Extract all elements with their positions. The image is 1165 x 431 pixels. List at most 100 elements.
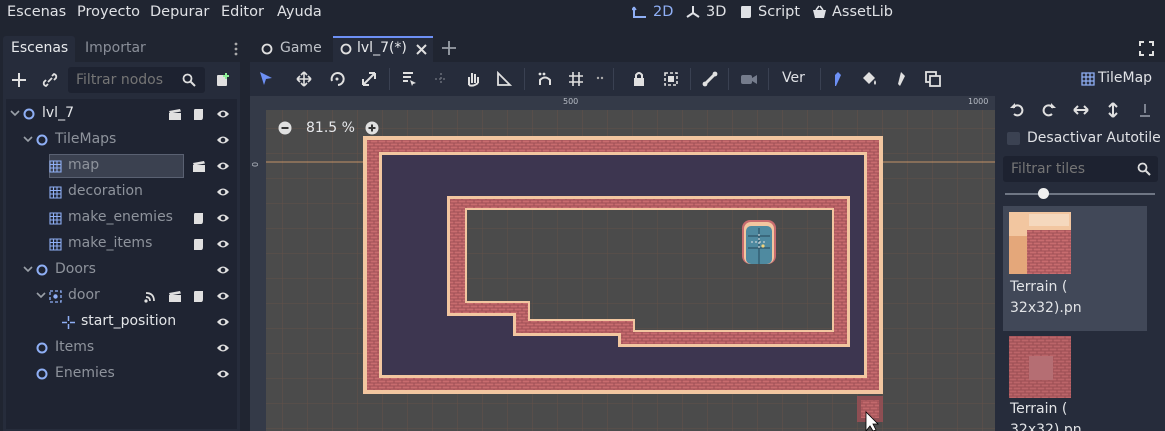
tree-row-doors[interactable]: Doors [6,258,242,282]
script-icon[interactable] [192,212,204,229]
tree-row-make-enemies[interactable]: make_enemies [6,206,242,230]
canvas-toolbar: Ver TileMap [250,62,1165,96]
slider-grabber[interactable] [1038,188,1049,199]
chevron-down-icon[interactable] [10,106,20,122]
filter-nodes-input[interactable] [74,70,182,90]
canvas-viewport[interactable]: 500 1000 0 81.5 % [250,96,995,431]
fullscreen-icon[interactable] [1139,41,1154,56]
visibility-eye-icon[interactable] [216,368,230,384]
tree-row-lvl-7[interactable]: lvl_7 [6,102,242,126]
editor-tabbar: Game lvl_7(*) [250,34,1165,62]
close-icon[interactable] [416,44,427,55]
tree-node-label: door [68,287,100,303]
tree-row-door[interactable]: door [6,284,242,308]
menu-ayuda[interactable]: Ayuda [277,4,322,20]
tree-row-tilemaps[interactable]: TileMaps [6,128,242,152]
autotile-checkbox[interactable] [1007,132,1020,145]
tab-importar[interactable]: Importar [76,36,156,62]
dock-menu-icon[interactable] [234,42,238,56]
workspace-2d-button[interactable]: 2D [632,4,673,20]
tree-row-map[interactable]: map [6,154,242,178]
scale-tool-icon[interactable] [361,71,377,87]
script-icon[interactable] [192,238,204,255]
visibility-eye-icon[interactable] [216,160,230,176]
filter-tiles-field[interactable] [1003,156,1158,182]
link-icon[interactable] [42,72,58,88]
lock-icon[interactable] [631,71,647,87]
flip-vertical-icon[interactable] [1106,102,1120,118]
flip-horizontal-icon[interactable] [1073,103,1089,117]
workspace-script-button[interactable]: Script [739,4,800,20]
zoom-level[interactable]: 81.5 % [306,120,355,136]
visibility-eye-icon[interactable] [216,134,230,150]
chevron-down-icon[interactable] [23,132,33,148]
tab-lvl7[interactable]: lvl_7(*) [333,36,433,62]
camera-override-icon[interactable] [740,71,758,87]
visibility-eye-icon[interactable] [216,316,230,332]
visibility-eye-icon[interactable] [216,264,230,280]
instanced-scene-icon[interactable] [168,290,182,307]
copy-icon[interactable] [925,71,941,87]
group-icon[interactable] [663,71,679,87]
view-menu[interactable]: Ver [782,70,805,86]
node-icon [23,108,35,124]
ruler-tool-icon[interactable] [496,71,512,87]
add-node-icon[interactable] [11,72,27,88]
filter-tiles-input[interactable] [1009,159,1133,179]
tilemap-canvas[interactable] [266,110,995,431]
visibility-eye-icon[interactable] [216,186,230,202]
smart-snap-icon[interactable] [537,71,553,87]
tile-size-slider[interactable] [1005,193,1155,195]
menu-depurar[interactable]: Depurar [150,4,209,20]
signal-icon[interactable] [144,290,157,307]
pencil-icon[interactable] [832,71,844,87]
bucket-fill-icon[interactable] [861,71,877,87]
menu-proyecto[interactable]: Proyecto [77,4,140,20]
move-tool-icon[interactable] [296,71,312,87]
instanced-scene-icon[interactable] [168,108,182,125]
script-icon[interactable] [192,108,204,125]
tree-row-decoration[interactable]: decoration [6,180,242,204]
list-select-icon[interactable] [401,71,417,87]
pivot-icon[interactable] [433,71,449,87]
snap-options-icon[interactable] [596,74,604,82]
tree-row-make-items[interactable]: make_items [6,232,242,256]
tile-label: Terrain ( [1010,279,1068,295]
zoom-out-icon[interactable] [278,121,292,135]
visibility-eye-icon[interactable] [216,212,230,228]
visibility-eye-icon[interactable] [216,342,230,358]
tree-row-items[interactable]: Items [6,336,242,360]
pan-tool-icon[interactable] [465,71,481,87]
select-tool-icon[interactable] [258,71,274,87]
instance-scene-icon[interactable] [215,72,231,88]
visibility-eye-icon[interactable] [216,290,230,306]
rotate-right-icon[interactable] [1042,103,1056,117]
chevron-down-icon[interactable] [23,262,33,278]
workspace-assetlib-button[interactable]: AssetLib [812,4,893,20]
tree-node-label: TileMaps [55,131,117,147]
zoom-in-icon[interactable] [365,121,379,135]
script-icon[interactable] [192,290,204,307]
visibility-eye-icon[interactable] [216,238,230,254]
tile-item[interactable]: Terrain ( 32x32).pn [1003,332,1147,431]
rotate-tool-icon[interactable] [329,71,345,87]
tab-escenas[interactable]: Escenas [3,36,75,62]
picker-icon[interactable] [895,71,907,87]
filter-nodes-field[interactable] [68,67,205,93]
menu-editor[interactable]: Editor [221,4,264,20]
tree-row-start-position[interactable]: start_position [6,310,242,334]
menu-escenas[interactable]: Escenas [7,4,66,20]
tab-game[interactable]: Game [252,36,332,62]
add-tab-icon[interactable] [441,40,457,56]
grid-snap-icon[interactable] [568,71,584,87]
visibility-eye-icon[interactable] [216,108,230,124]
tile-item-selected[interactable]: Terrain ( 32x32).pn [1003,206,1147,331]
workspace-3d-button[interactable]: 3D [685,4,726,20]
instanced-scene-icon[interactable] [192,160,206,177]
3d-workspace-icon [686,6,700,18]
bone-icon[interactable] [702,71,718,87]
tree-row-enemies[interactable]: Enemies [6,362,242,386]
rotate-left-icon[interactable] [1010,103,1024,117]
clear-transform-icon[interactable] [1138,103,1152,117]
chevron-down-icon[interactable] [36,288,46,304]
